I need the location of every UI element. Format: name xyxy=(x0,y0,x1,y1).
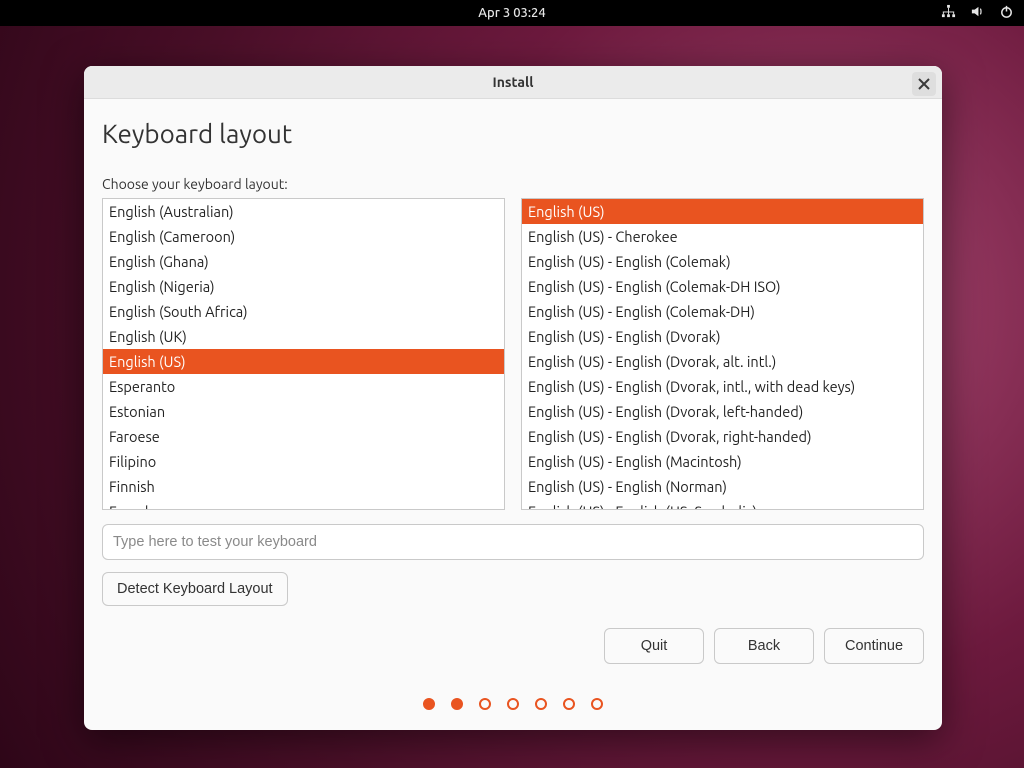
window-title: Install xyxy=(493,74,534,90)
variant-item[interactable]: English (US) - English (Colemak) xyxy=(522,249,923,274)
layout-item[interactable]: Faroese xyxy=(103,424,504,449)
keyboard-variant-list[interactable]: English (US)English (US) - CherokeeEngli… xyxy=(521,198,924,510)
layout-item[interactable]: English (South Africa) xyxy=(103,299,504,324)
step-dot xyxy=(423,698,435,710)
layout-item[interactable]: English (UK) xyxy=(103,324,504,349)
variant-item[interactable]: English (US) - English (Dvorak, right-ha… xyxy=(522,424,923,449)
quit-button[interactable]: Quit xyxy=(604,628,704,664)
layout-item[interactable]: Finnish xyxy=(103,474,504,499)
variant-item[interactable]: English (US) - English (Norman) xyxy=(522,474,923,499)
layout-columns: English (Australian)English (Cameroon)En… xyxy=(102,198,924,510)
layout-item[interactable]: Esperanto xyxy=(103,374,504,399)
layout-item[interactable]: English (Australian) xyxy=(103,199,504,224)
variant-item[interactable]: English (US) - English (Dvorak, alt. int… xyxy=(522,349,923,374)
progress-stepper xyxy=(102,698,924,710)
clock[interactable]: Apr 3 03:24 xyxy=(478,6,545,20)
variant-item[interactable]: English (US) - English (Colemak-DH ISO) xyxy=(522,274,923,299)
variant-item[interactable]: English (US) - Cherokee xyxy=(522,224,923,249)
step-dot xyxy=(535,698,547,710)
continue-button[interactable]: Continue xyxy=(824,628,924,664)
layout-item[interactable]: French xyxy=(103,499,504,510)
step-dot xyxy=(563,698,575,710)
close-icon xyxy=(918,78,930,90)
back-button[interactable]: Back xyxy=(714,628,814,664)
top-menu-bar: Apr 3 03:24 xyxy=(0,0,1024,26)
nav-buttons: Quit Back Continue xyxy=(102,628,924,664)
layout-item[interactable]: English (Cameroon) xyxy=(103,224,504,249)
system-tray[interactable] xyxy=(941,0,1014,26)
variant-item[interactable]: English (US) - English (Dvorak, left-han… xyxy=(522,399,923,424)
window-titlebar: Install xyxy=(84,66,942,99)
step-dot xyxy=(451,698,463,710)
layout-item[interactable]: Filipino xyxy=(103,449,504,474)
volume-icon[interactable] xyxy=(970,4,985,22)
detect-keyboard-button[interactable]: Detect Keyboard Layout xyxy=(102,572,288,606)
step-dot xyxy=(479,698,491,710)
variant-item[interactable]: English (US) - English (US, Symbolic) xyxy=(522,499,923,510)
variant-item[interactable]: English (US) - English (Dvorak, intl., w… xyxy=(522,374,923,399)
close-button[interactable] xyxy=(912,72,936,96)
installer-content: Keyboard layout Choose your keyboard lay… xyxy=(84,99,942,730)
variant-item[interactable]: English (US) xyxy=(522,199,923,224)
layout-item[interactable]: English (Nigeria) xyxy=(103,274,504,299)
layout-item[interactable]: Estonian xyxy=(103,399,504,424)
keyboard-layout-list[interactable]: English (Australian)English (Cameroon)En… xyxy=(102,198,505,510)
prompt-label: Choose your keyboard layout: xyxy=(102,176,924,192)
step-dot xyxy=(591,698,603,710)
layout-item[interactable]: English (Ghana) xyxy=(103,249,504,274)
variant-item[interactable]: English (US) - English (Dvorak) xyxy=(522,324,923,349)
power-icon[interactable] xyxy=(999,4,1014,22)
page-heading: Keyboard layout xyxy=(102,119,924,148)
network-icon[interactable] xyxy=(941,4,956,22)
keyboard-test-input[interactable] xyxy=(102,524,924,560)
step-dot xyxy=(507,698,519,710)
variant-item[interactable]: English (US) - English (Macintosh) xyxy=(522,449,923,474)
variant-item[interactable]: English (US) - English (Colemak-DH) xyxy=(522,299,923,324)
layout-item[interactable]: English (US) xyxy=(103,349,504,374)
installer-window: Install Keyboard layout Choose your keyb… xyxy=(84,66,942,730)
